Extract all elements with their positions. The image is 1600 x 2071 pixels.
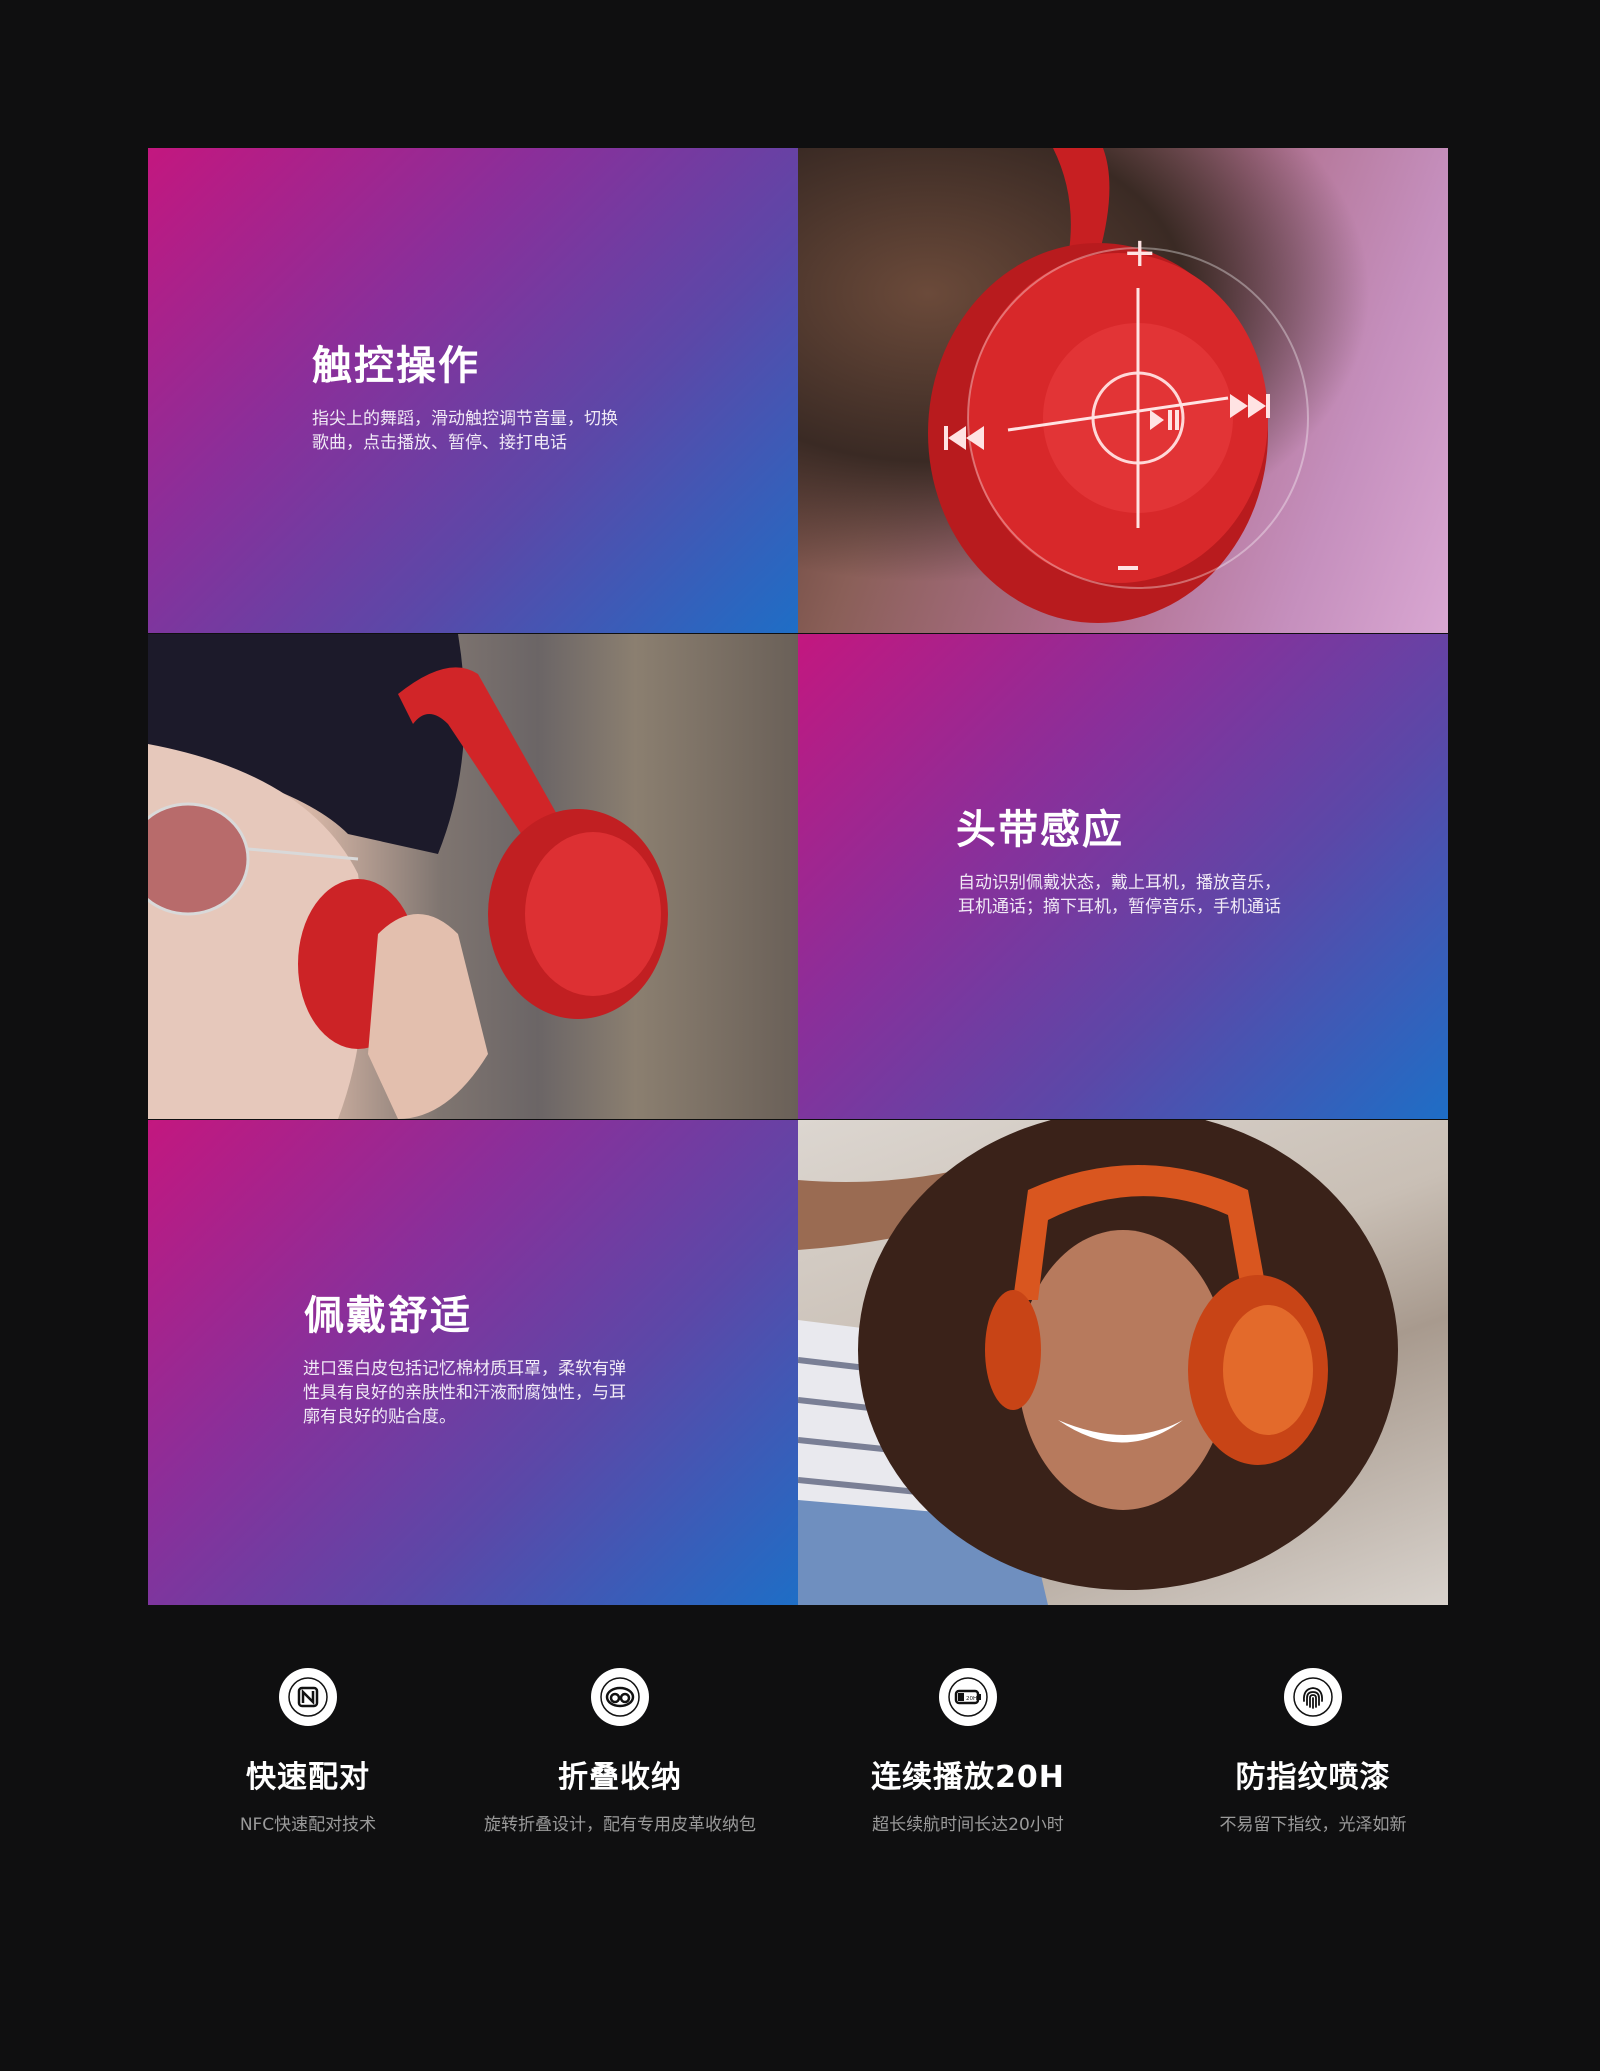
highlight-title: 折叠收纳 [558, 1760, 682, 1795]
woman-headphone-illustration [798, 1120, 1398, 1605]
plus-icon: + [1123, 230, 1157, 276]
feature-comfort-panel: 佩戴舒适 进口蛋白皮包括记忆棉材质耳罩，柔软有弹 性具有良好的亲肤性和汗液耐腐蚀… [148, 1120, 798, 1605]
feature-description-line: 廓有良好的贴合度。 [303, 1407, 456, 1427]
feature-title: 佩戴舒适 [304, 1293, 472, 1339]
highlight-subtitle: NFC快速配对技术 [239, 1815, 377, 1835]
woman-wearing-headphones-photo [798, 1120, 1448, 1605]
nfc-icon [279, 1668, 337, 1726]
feature-description-line: 进口蛋白皮包括记忆棉材质耳罩，柔软有弹 [303, 1359, 626, 1379]
highlight-title: 快速配对 [246, 1760, 370, 1795]
feature-description-line: 指尖上的舞蹈，滑动触控调节音量，切换 [312, 409, 618, 429]
feature-description-line: 自动识别佩戴状态，戴上耳机，播放音乐， [958, 873, 1281, 893]
feature-description: 指尖上的舞蹈，滑动触控调节音量，切换 歌曲，点击播放、暂停、接打电话 [312, 407, 672, 455]
feature-description: 自动识别佩戴状态，戴上耳机，播放音乐， 耳机通话；摘下耳机，暂停音乐，手机通话 [958, 871, 1358, 919]
headphone-touch-illustration: + [928, 148, 1309, 623]
feature-touch-control-panel: 触控操作 指尖上的舞蹈，滑动触控调节音量，切换 歌曲，点击播放、暂停、接打电话 [148, 148, 798, 633]
feature-description: 进口蛋白皮包括记忆棉材质耳罩，柔软有弹 性具有良好的亲肤性和汗液耐腐蚀性，与耳 … [303, 1357, 683, 1429]
man-wearing-headphones-photo [148, 634, 798, 1119]
highlight-subtitle: 旋转折叠设计，配有专用皮革收纳包 [484, 1815, 756, 1835]
feature-head-sensing-panel: 头带感应 自动识别佩戴状态，戴上耳机，播放音乐， 耳机通话；摘下耳机，暂停音乐，… [798, 634, 1448, 1119]
minus-icon [1118, 566, 1138, 570]
highlight-subtitle: 不易留下指纹，光泽如新 [1219, 1815, 1407, 1835]
highlight-item-battery: 20H 连续播放20H 超长续航时间长达20小时 [808, 1668, 1128, 1835]
highlight-title: 连续播放20H [871, 1760, 1065, 1795]
highlight-subtitle: 超长续航时间长达20小时 [872, 1815, 1064, 1835]
feature-title: 头带感应 [956, 807, 1124, 853]
highlight-title: 防指纹喷漆 [1235, 1760, 1391, 1795]
man-headphone-illustration [148, 634, 668, 1119]
battery-hours-label: 20H [966, 1696, 977, 1702]
feature-description-line: 歌曲，点击播放、暂停、接打电话 [312, 433, 567, 453]
highlight-item-fingerprint: 防指纹喷漆 不易留下指纹，光泽如新 [1153, 1668, 1473, 1835]
feature-description-line: 耳机通话；摘下耳机，暂停音乐，手机通话 [958, 897, 1281, 917]
fingerprint-icon [1284, 1668, 1342, 1726]
fold-icon [591, 1668, 649, 1726]
highlights-row: 快速配对 NFC快速配对技术 折叠收纳 旋转折叠设计，配有专用皮革收纳包 20H… [148, 1668, 1448, 1868]
feature-description-line: 性具有良好的亲肤性和汗液耐腐蚀性，与耳 [303, 1383, 626, 1403]
touch-control-photo: + [798, 148, 1448, 633]
highlight-item-fold: 折叠收纳 旋转折叠设计，配有专用皮革收纳包 [460, 1668, 780, 1835]
highlight-item-nfc: 快速配对 NFC快速配对技术 [148, 1668, 468, 1835]
feature-grid: 触控操作 指尖上的舞蹈，滑动触控调节音量，切换 歌曲，点击播放、暂停、接打电话 … [148, 148, 1448, 1605]
feature-title: 触控操作 [312, 343, 480, 389]
battery-icon: 20H [939, 1668, 997, 1726]
